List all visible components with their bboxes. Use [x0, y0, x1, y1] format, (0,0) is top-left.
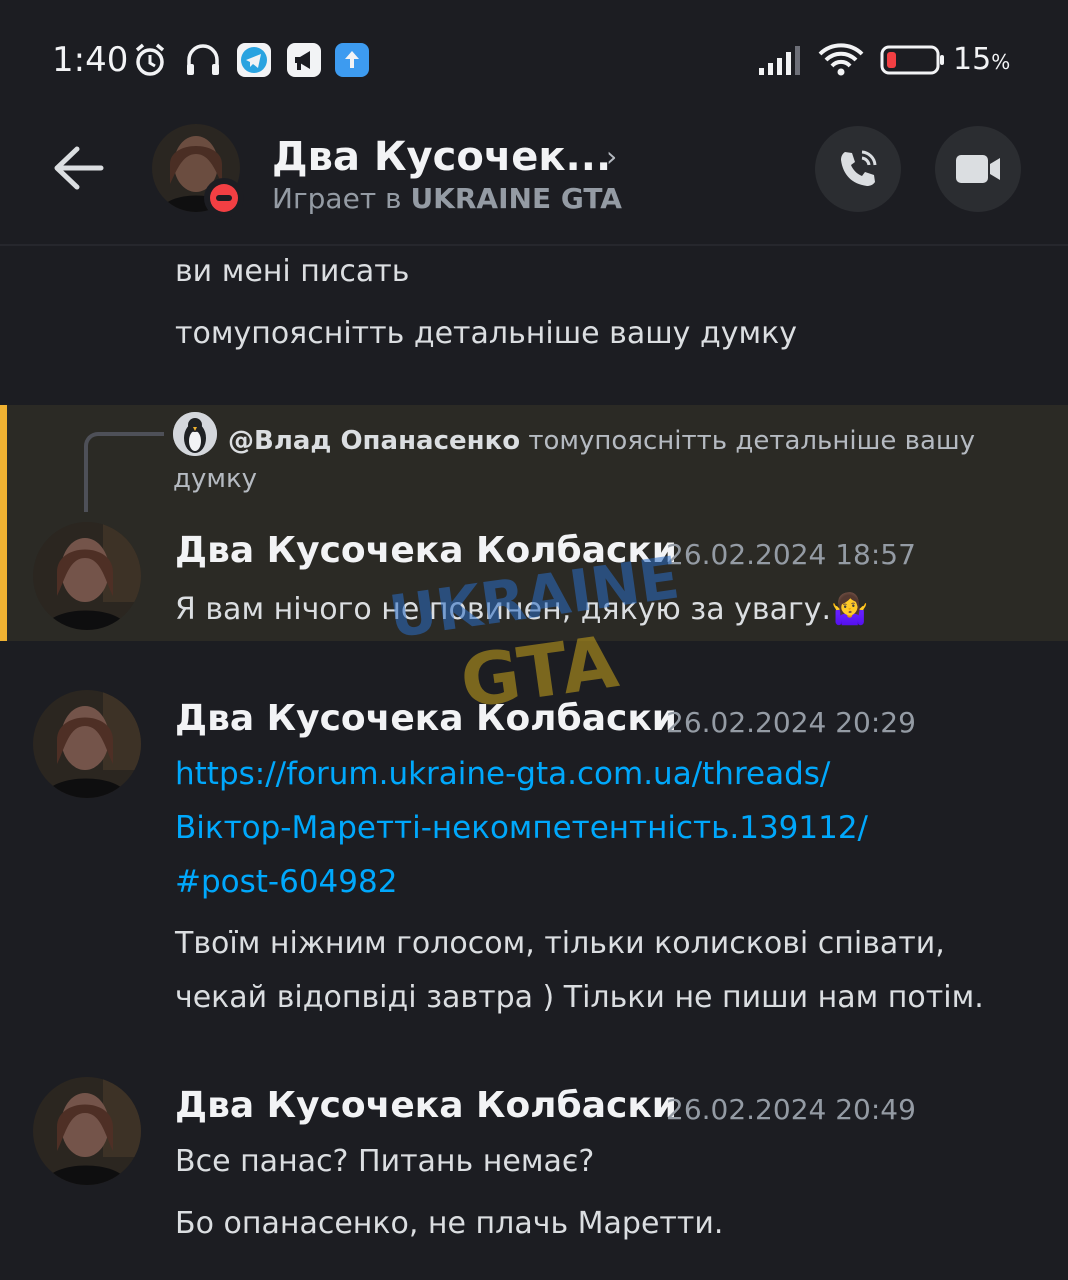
message-author[interactable]: Два Кусочека Колбаски: [175, 1085, 677, 1126]
phone-icon: [841, 150, 877, 186]
battery-icon: [878, 42, 948, 78]
dnd-status-icon: [204, 178, 244, 218]
arrow-left-icon: [54, 146, 104, 190]
message-link[interactable]: https://forum.ukraine-gta.com.ua/threads…: [175, 756, 830, 792]
upload-arrow-icon: [334, 42, 370, 78]
message-text: чекай відопвіді завтра ) Тільки не пиши …: [175, 980, 984, 1015]
avatar[interactable]: [33, 690, 141, 798]
message-line: ви мені писать: [175, 254, 410, 289]
message-timestamp: 26.02.2024 20:29: [666, 706, 916, 739]
alarm-icon: [130, 42, 170, 78]
message-text: Я вам нічого не повинен, дякую за увагу.…: [175, 592, 869, 627]
video-camera-icon: [956, 155, 1000, 183]
avatar[interactable]: [33, 522, 141, 630]
signal-icon: [756, 42, 806, 78]
message-link[interactable]: #post-604982: [175, 864, 397, 900]
message-author[interactable]: Два Кусочека Колбаски: [175, 530, 677, 571]
reply-preview[interactable]: @Влад Опанасенко томупояснітть детальніш…: [228, 418, 1008, 464]
reply-avatar[interactable]: [173, 412, 217, 456]
header-activity: Играет в UKRAINE GTA: [272, 182, 622, 215]
shrug-emoji: 🤷‍♀️: [831, 592, 869, 627]
battery-percent: 15%: [953, 42, 1011, 77]
reply-preview-continued: думку: [173, 464, 258, 494]
voice-call-button[interactable]: [815, 126, 901, 212]
status-bar: 1:40 15%: [0, 0, 1068, 110]
headphones-icon: [182, 42, 224, 78]
message-text: Бо опанасенко, не плачь Маретти.: [175, 1206, 724, 1241]
reply-spine: [84, 432, 164, 512]
megaphone-app-icon: [286, 42, 322, 78]
message-author[interactable]: Два Кусочека Колбаски: [175, 698, 677, 739]
chevron-right-icon[interactable]: ›: [606, 140, 617, 173]
message-timestamp: 26.02.2024 18:57: [666, 538, 916, 571]
message-timestamp: 26.02.2024 20:49: [666, 1093, 916, 1126]
header-title[interactable]: Два Кусочек...: [272, 134, 611, 180]
wifi-icon: [816, 42, 866, 78]
message-text: Все панас? Питань немає?: [175, 1144, 595, 1179]
video-call-button[interactable]: [935, 126, 1021, 212]
telegram-icon: [236, 42, 272, 78]
message-text: Твоїм ніжним голосом, тільки колискові с…: [175, 926, 945, 961]
back-button[interactable]: [46, 140, 110, 196]
chat-header: Два Кусочек... › Играет в UKRAINE GTA: [0, 110, 1068, 246]
message-line: томупояснітть детальніше вашу думку: [175, 316, 797, 351]
message-link[interactable]: Віктор-Маретті-некомпетентність.139112/: [175, 810, 868, 846]
clock: 1:40: [52, 40, 129, 80]
avatar[interactable]: [33, 1077, 141, 1185]
